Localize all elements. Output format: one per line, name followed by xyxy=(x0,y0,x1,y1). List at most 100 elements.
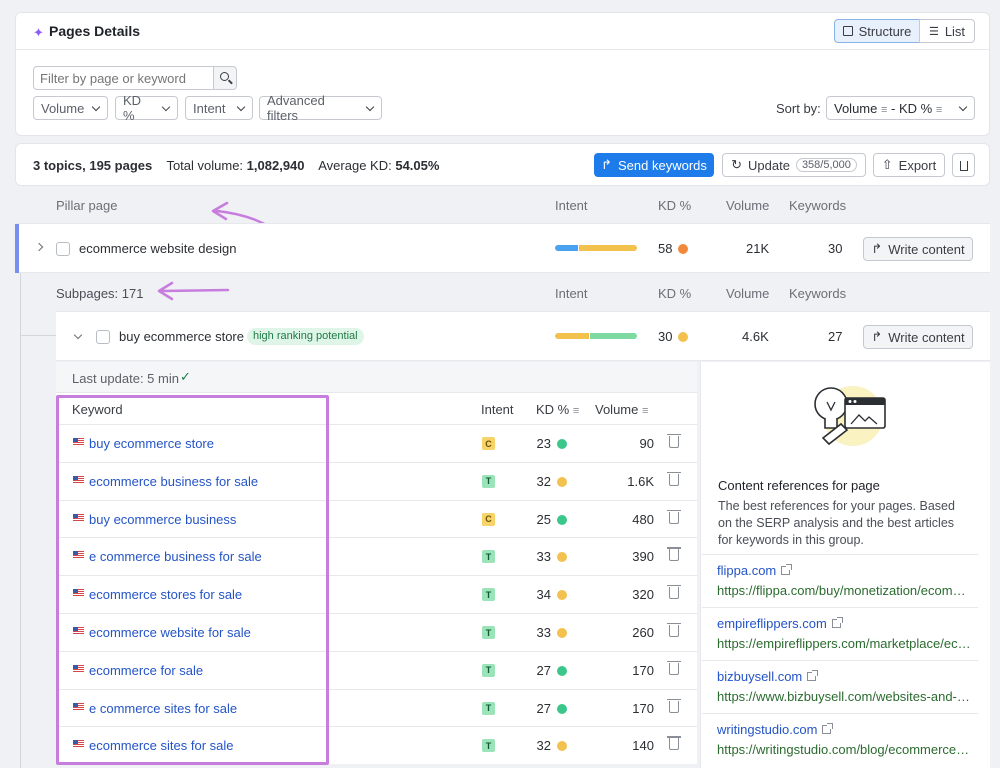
references-title: Content references for page xyxy=(718,478,880,493)
col-keyword: Keyword xyxy=(72,402,123,417)
chevron-down-icon[interactable] xyxy=(73,330,83,340)
advanced-filters-dropdown[interactable]: Advanced filters xyxy=(259,93,382,123)
pillar-write-content-button[interactable]: ↱ Write content xyxy=(863,237,973,261)
reference-item: flippa.com https://flippa.com/buy/monetiz… xyxy=(702,554,978,607)
pillar-page-name: ecommerce website design xyxy=(79,241,237,256)
keyword-volume: 170 xyxy=(632,662,654,678)
volume-filter-dropdown[interactable]: Volume xyxy=(33,96,108,120)
kd-dot xyxy=(557,552,567,563)
col-volume[interactable]: Volume ≡ xyxy=(595,402,648,417)
external-link-icon xyxy=(807,670,819,681)
reference-url[interactable]: https://empireflippers.com/marketplace/e… xyxy=(717,636,972,651)
us-flag-icon xyxy=(73,513,84,522)
intent-filter-dropdown[interactable]: Intent xyxy=(185,96,253,120)
intent-badge: T xyxy=(482,701,495,715)
send-keywords-button[interactable]: ↱ Send keywords xyxy=(594,153,714,177)
pillar-accent-bar xyxy=(15,224,19,273)
trash-icon[interactable] xyxy=(667,698,681,713)
subpage-volume: 4.6K xyxy=(742,329,769,344)
keyword-link[interactable]: ecommerce for sale xyxy=(89,663,203,678)
update-button[interactable]: ↻ Update 358/5,000 xyxy=(722,153,866,177)
reference-domain-link[interactable]: flippa.com xyxy=(717,563,793,578)
sub-keywords-header: Keywords xyxy=(789,286,847,301)
sort-icon: ≡ xyxy=(642,405,649,417)
tree-line-horizontal xyxy=(20,335,56,336)
pillar-checkbox[interactable] xyxy=(56,242,70,256)
keyword-link[interactable]: buy ecommerce business xyxy=(89,512,236,527)
keyword-kd: 27 xyxy=(537,701,567,716)
kd-filter-dropdown[interactable]: KD % xyxy=(115,93,178,123)
trash-icon[interactable] xyxy=(667,736,681,751)
search-input-wrap[interactable] xyxy=(33,66,237,90)
trash-icon[interactable] xyxy=(667,434,681,448)
us-flag-icon xyxy=(73,589,84,598)
list-icon: ☰ xyxy=(928,25,939,38)
col-kd[interactable]: KD % ≡ xyxy=(536,402,579,417)
view-list-button[interactable]: ☰ List xyxy=(919,19,975,43)
high-ranking-badge: high ranking potential xyxy=(247,328,364,345)
intent-badge: T xyxy=(482,550,495,564)
trash-icon[interactable] xyxy=(667,660,681,675)
keyword-link[interactable]: e commerce business for sale xyxy=(89,549,262,564)
pillar-row[interactable]: ecommerce website design 58 21K 30 ↱ Wri… xyxy=(15,223,990,273)
pages-details-card: ✦ Pages Details Structure ☰ List Volume … xyxy=(15,12,990,136)
intent-badge: T xyxy=(482,588,495,602)
keyword-row: buy ecommerce business C 25 480 xyxy=(56,499,697,538)
volume-header: Volume xyxy=(726,198,770,213)
search-input[interactable] xyxy=(34,67,212,89)
us-flag-icon xyxy=(73,551,84,560)
intent-badge: T xyxy=(482,663,495,677)
reference-url[interactable]: https://www.bizbuysell.com/websites-and-… xyxy=(717,689,972,704)
summary-text: 3 topics, 195 pages Total volume: 1,082,… xyxy=(33,158,439,173)
subpage-kd: 30 xyxy=(658,329,689,344)
keyword-link[interactable]: ecommerce sites for sale xyxy=(89,738,234,753)
export-icon: ⇧ xyxy=(881,157,893,172)
keyword-link[interactable]: ecommerce website for sale xyxy=(89,625,251,640)
trash-icon[interactable] xyxy=(667,585,681,600)
trash-icon[interactable] xyxy=(667,547,681,562)
subpage-checkbox[interactable] xyxy=(96,330,110,344)
sub-intent-header: Intent xyxy=(555,286,588,301)
keyword-volume: 140 xyxy=(632,738,654,754)
keyword-link[interactable]: ecommerce business for sale xyxy=(89,474,258,489)
trash-icon[interactable] xyxy=(667,471,681,486)
us-flag-icon xyxy=(73,740,84,749)
share-arrow-icon: ↱ xyxy=(871,329,883,344)
view-structure-button[interactable]: Structure xyxy=(834,19,920,43)
kd-dot xyxy=(557,590,567,601)
export-button[interactable]: ⇧ Export xyxy=(873,153,945,177)
chevron-down-icon xyxy=(161,102,171,111)
search-button[interactable] xyxy=(213,66,237,90)
trash-icon[interactable] xyxy=(667,623,681,637)
subpage-write-content-button[interactable]: ↱ Write content xyxy=(863,325,973,349)
pillar-kd: 58 xyxy=(658,241,689,256)
sort-dropdown[interactable]: Volume ≡ - KD % ≡ xyxy=(826,96,975,120)
trash-icon xyxy=(959,161,968,171)
chevron-right-icon[interactable] xyxy=(34,242,44,252)
keyword-link[interactable]: buy ecommerce store xyxy=(89,436,214,451)
reference-url[interactable]: https://flippa.com/buy/monetization/ecom… xyxy=(717,583,972,598)
kd-dot xyxy=(678,332,689,342)
reference-domain-link[interactable]: empireflippers.com xyxy=(717,616,843,631)
subpage-row[interactable]: buy ecommerce store high ranking potenti… xyxy=(56,311,990,361)
intent-header: Intent xyxy=(555,198,588,213)
trash-icon[interactable] xyxy=(667,509,681,524)
reference-domain-link[interactable]: writingstudio.com xyxy=(717,722,834,737)
pillar-volume: 21K xyxy=(746,241,770,256)
keyword-kd: 34 xyxy=(537,587,567,602)
keyword-link[interactable]: e commerce sites for sale xyxy=(89,701,237,716)
keyword-volume: 1.6K xyxy=(627,473,654,489)
reference-domain-link[interactable]: bizbuysell.com xyxy=(717,669,819,684)
kd-dot xyxy=(557,439,567,449)
keyword-link[interactable]: ecommerce stores for sale xyxy=(89,587,242,602)
total-volume-label: Total volume: xyxy=(166,158,244,173)
keyword-row: ecommerce business for sale T 32 1.6K xyxy=(56,461,697,500)
tree-line-vertical xyxy=(20,273,21,768)
avg-kd-label: Average KD: xyxy=(318,158,392,173)
kd-dot xyxy=(557,741,567,752)
references-description: The best references for your pages. Base… xyxy=(718,499,955,547)
reference-url[interactable]: https://writingstudio.com/blog/ecommerce… xyxy=(717,742,972,757)
kd-dot xyxy=(557,476,567,487)
delete-button[interactable] xyxy=(952,153,975,177)
kd-dot xyxy=(557,703,567,714)
